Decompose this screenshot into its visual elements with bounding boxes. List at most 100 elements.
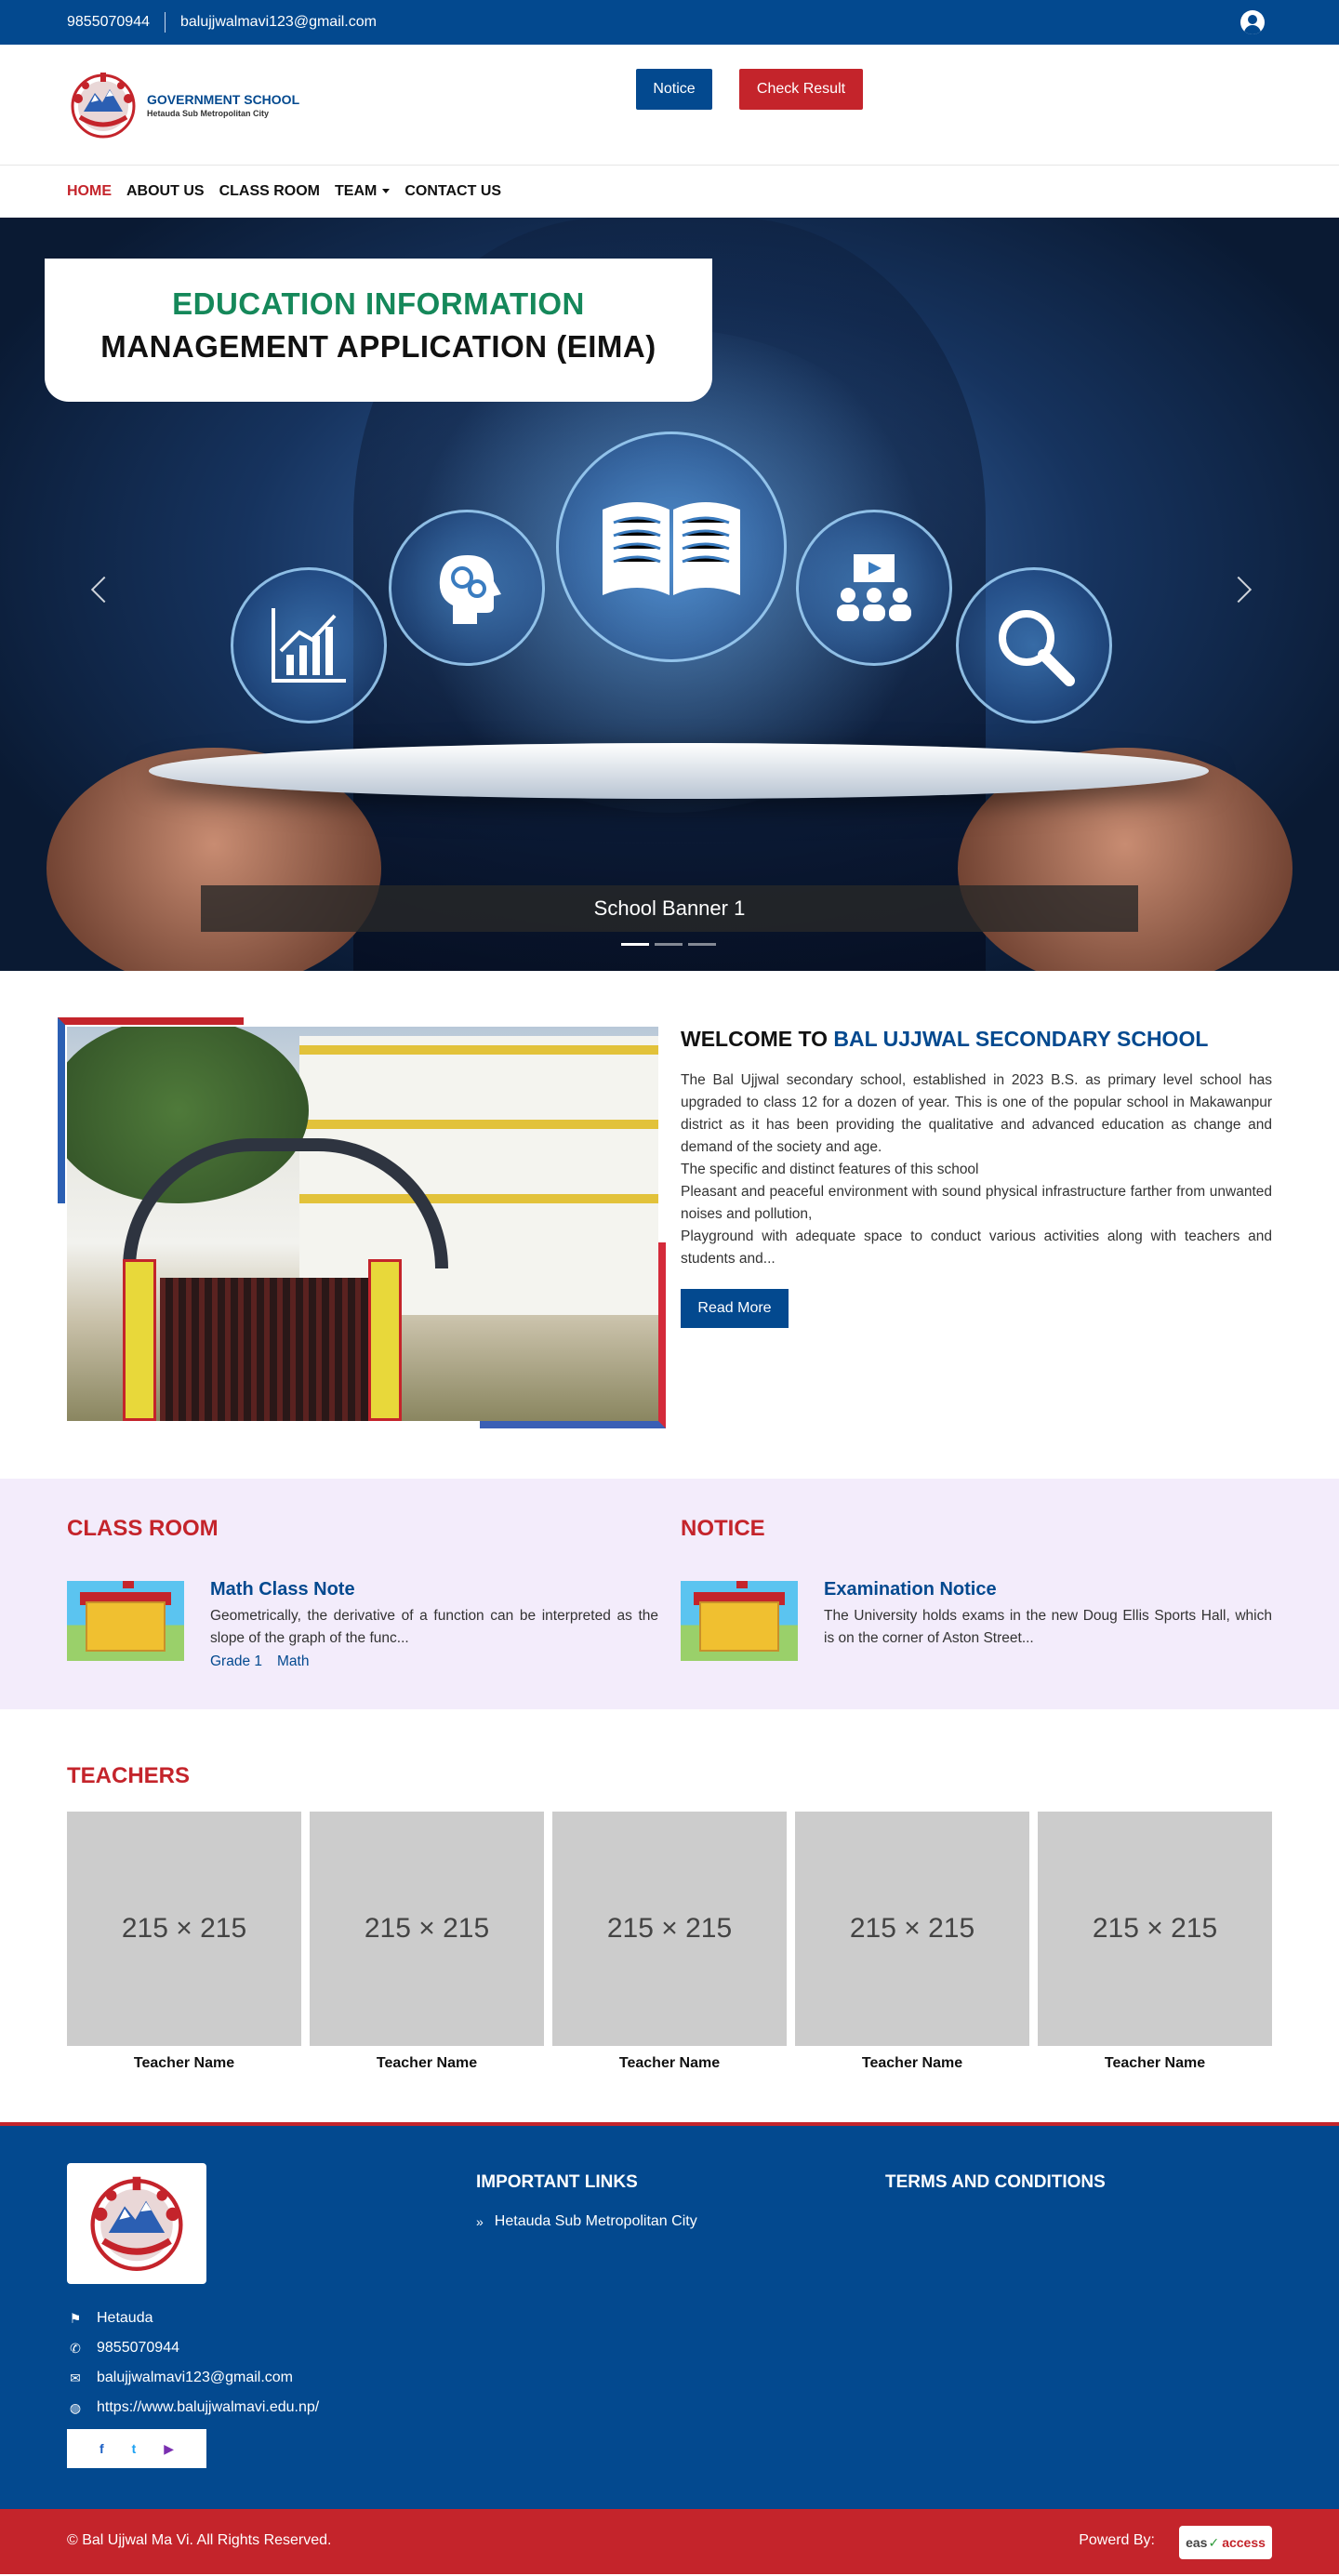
carousel-indicators: [621, 943, 716, 946]
welcome-section: WELCOME TO BAL UJJWAL SECONDARY SCHOOL T…: [0, 971, 1339, 1479]
logo-subtitle: Hetauda Sub Metropolitan City: [147, 109, 270, 118]
teacher-name: Teacher Name: [861, 2055, 963, 2071]
social-links: f t ▶: [67, 2429, 206, 2468]
twitter-icon[interactable]: t: [132, 2441, 137, 2456]
teacher-photo-placeholder: 215 × 215: [310, 1812, 544, 2046]
footer-address: ⚑ Hetauda: [67, 2310, 153, 2327]
main-nav: HOME ABOUT US CLASS ROOM TEAM CONTACT US: [0, 166, 1339, 218]
topbar-phone[interactable]: 9855070944: [67, 14, 150, 31]
youtube-icon[interactable]: ▶: [164, 2441, 174, 2457]
important-link-hetauda[interactable]: » Hetauda Sub Metropolitan City: [476, 2213, 697, 2230]
classroom-tag-subject[interactable]: Math: [277, 1653, 309, 1670]
head-gears-icon: [389, 510, 545, 666]
nav-item-home[interactable]: HOME: [67, 183, 112, 200]
welcome-school-name: BAL UJJWAL SECONDARY SCHOOL: [833, 1027, 1209, 1051]
brand-left: eas: [1186, 2535, 1208, 2550]
footer-website[interactable]: ◍ https://www.balujjwalmavi.edu.np/: [67, 2399, 319, 2416]
classroom-tag-grade[interactable]: Grade 1: [210, 1653, 262, 1670]
nav-item-team-label: TEAM: [335, 183, 378, 199]
eima-title-box: EDUCATION INFORMATION MANAGEMENT APPLICA…: [45, 259, 712, 402]
logo-title: GOVERNMENT SCHOOL: [147, 92, 300, 107]
site-logo[interactable]: GOVERNMENT SCHOOL Hetauda Sub Metropolit…: [67, 71, 299, 139]
teacher-card[interactable]: 215 × 215 Teacher Name: [795, 1812, 1029, 2072]
read-more-button[interactable]: Read More: [681, 1289, 789, 1328]
teacher-card[interactable]: 215 × 215 Teacher Name: [310, 1812, 544, 2072]
teacher-photo-placeholder: 215 × 215: [1038, 1812, 1272, 2046]
copyright-text: © Bal Ujjwal Ma Vi. All Rights Reserved.: [67, 2532, 332, 2548]
easy-access-logo[interactable]: eas ✓ access: [1179, 2526, 1272, 2559]
chart-growth-icon: [231, 567, 387, 724]
teacher-name: Teacher Name: [618, 2055, 721, 2071]
facebook-icon[interactable]: f: [99, 2441, 104, 2456]
carousel-caption: School Banner 1: [201, 885, 1138, 932]
terms-title[interactable]: TERMS AND CONDITIONS: [885, 2172, 1106, 2193]
eima-title-line2: MANAGEMENT APPLICATION (EIMA): [100, 329, 656, 364]
powered-by-label: Powerd By:: [1079, 2532, 1155, 2548]
welcome-paragraph: Pleasant and peaceful environment with s…: [681, 1184, 1272, 1222]
footer-phone-text: 9855070944: [97, 2340, 179, 2356]
footer-email-text: balujjwalmavi123@gmail.com: [97, 2370, 293, 2385]
carousel-next-icon[interactable]: [1225, 576, 1253, 604]
nav-item-about-us[interactable]: ABOUT US: [126, 183, 205, 200]
classroom-item-title[interactable]: Math Class Note: [210, 1579, 355, 1600]
copyright-bar: © Bal Ujjwal Ma Vi. All Rights Reserved.…: [0, 2509, 1339, 2574]
carousel-indicator[interactable]: [688, 943, 716, 946]
teacher-name: Teacher Name: [133, 2055, 235, 2071]
carousel-prev-icon[interactable]: [90, 576, 118, 604]
notice-item-description: The University holds exams in the new Do…: [824, 1608, 1272, 1646]
nav-item-team[interactable]: TEAM: [335, 183, 391, 200]
user-circle-icon[interactable]: [1240, 10, 1265, 34]
carousel-indicator[interactable]: [655, 943, 683, 946]
magnifier-icon: [956, 567, 1112, 724]
school-gate-photo: [67, 1027, 658, 1421]
double-chevron-right-icon: »: [476, 2214, 484, 2229]
teacher-card[interactable]: 215 × 215 Teacher Name: [552, 1812, 787, 2072]
caret-down-icon: [382, 189, 391, 194]
hero-carousel: EDUCATION INFORMATION MANAGEMENT APPLICA…: [0, 218, 1339, 971]
top-bar: 9855070944 balujjwalmavi123@gmail.com: [0, 0, 1339, 45]
classroom-item-description: Geometrically, the derivative of a funct…: [210, 1608, 658, 1646]
notice-button[interactable]: Notice: [636, 69, 712, 110]
teacher-photo-placeholder: 215 × 215: [552, 1812, 787, 2046]
teacher-name: Teacher Name: [1104, 2055, 1206, 2071]
tablet-image: [149, 743, 1209, 799]
welcome-heading: WELCOME TO BAL UJJWAL SECONDARY SCHOOL: [681, 1027, 1208, 1052]
footer-address-text: Hetauda: [97, 2310, 153, 2326]
classroom-thumbnail[interactable]: [67, 1581, 184, 1661]
nepal-emblem-icon: [71, 73, 136, 139]
nepal-emblem-icon: [90, 2176, 183, 2271]
footer-email[interactable]: ✉ balujjwalmavi123@gmail.com: [67, 2370, 293, 2386]
notice-item-title[interactable]: Examination Notice: [824, 1579, 997, 1600]
teacher-card[interactable]: 215 × 215 Teacher Name: [1038, 1812, 1272, 2072]
leaf-icon: ✓: [1208, 2534, 1220, 2550]
welcome-description: The Bal Ujjwal secondary school, establi…: [681, 1069, 1272, 1270]
topbar-separator: [164, 12, 166, 33]
eima-title-line1: EDUCATION INFORMATION: [172, 286, 585, 321]
welcome-paragraph: Playground with adequate space to conduc…: [681, 1228, 1272, 1267]
classroom-notice-section: CLASS ROOM Math Class Note Geometrically…: [0, 1479, 1339, 1709]
check-result-button[interactable]: Check Result: [739, 69, 863, 110]
site-header: GOVERNMENT SCHOOL Hetauda Sub Metropolit…: [0, 45, 1339, 166]
teacher-photo-placeholder: 215 × 215: [795, 1812, 1029, 2046]
carousel-indicator[interactable]: [621, 943, 649, 946]
phone-icon: ✆: [70, 2341, 81, 2356]
footer-website-text: https://www.balujjwalmavi.edu.np/: [97, 2399, 320, 2415]
teachers-section: TEACHERS 215 × 215 Teacher Name 215 × 21…: [0, 1709, 1339, 2122]
signpost-icon: ⚑: [69, 2311, 82, 2326]
footer-logo[interactable]: [67, 2163, 206, 2284]
welcome-heading-prefix: WELCOME TO: [681, 1027, 834, 1051]
footer-phone[interactable]: ✆ 9855070944: [67, 2340, 179, 2357]
teachers-title: TEACHERS: [67, 1763, 191, 1788]
teacher-card[interactable]: 215 × 215 Teacher Name: [67, 1812, 301, 2072]
nav-item-class-room[interactable]: CLASS ROOM: [219, 183, 320, 200]
open-book-icon: [556, 432, 787, 662]
notice-title: NOTICE: [681, 1516, 765, 1541]
envelope-icon: ✉: [70, 2370, 81, 2385]
classroom-title: CLASS ROOM: [67, 1516, 219, 1541]
topbar-email[interactable]: balujjwalmavi123@gmail.com: [180, 14, 377, 31]
teacher-photo-placeholder: 215 × 215: [67, 1812, 301, 2046]
nav-item-contact-us[interactable]: CONTACT US: [404, 183, 501, 200]
welcome-paragraph: The specific and distinct features of th…: [681, 1162, 979, 1177]
notice-thumbnail[interactable]: [681, 1581, 798, 1661]
site-footer: ⚑ Hetauda ✆ 9855070944 ✉ balujjwalmavi12…: [0, 2122, 1339, 2509]
